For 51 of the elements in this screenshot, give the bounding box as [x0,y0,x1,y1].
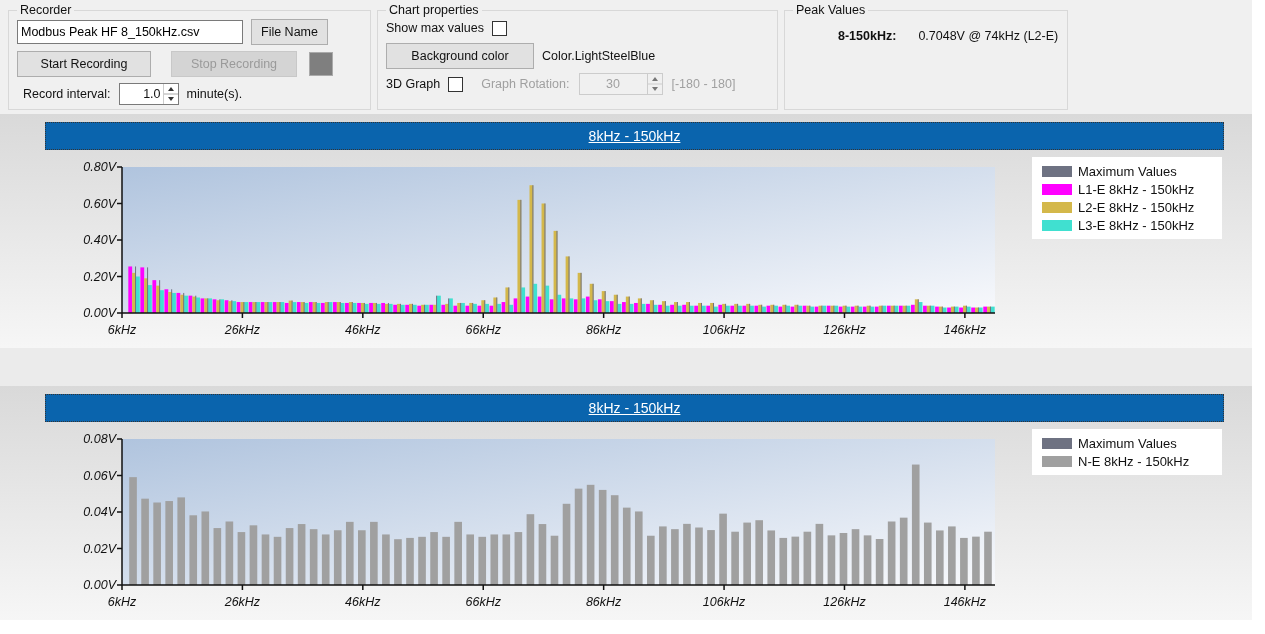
y-tick-label: 0.06V [83,468,116,483]
y-tick-label: 0.80V [83,160,116,174]
group-title: Chart properties [388,3,480,17]
x-tick-label: 26kHz [224,595,261,609]
y-tick-label: 0.08V [83,432,116,446]
x-tick-label: 106kHz [702,323,746,337]
legend-label: N-E 8kHz - 150kHz [1078,453,1190,469]
group-title: Peak Values [795,3,867,17]
y-tick-label: 0.02V [83,541,116,556]
interval-spinner[interactable]: 1.0 [118,83,179,105]
record-interval-label: Record interval: [23,87,111,101]
start-recording-button[interactable]: Start Recording [17,51,151,77]
legend-label: L1-E 8kHz - 150kHz [1078,181,1195,197]
file-name-button[interactable]: File Name [251,19,328,45]
x-tick-label: 46kHz [345,595,381,609]
group-title: Recorder [19,3,73,17]
chart-title-link[interactable]: 8kHz - 150kHz [588,400,681,416]
legend-label: Maximum Values [1078,163,1177,179]
3d-graph-label: 3D Graph [386,77,441,91]
peak-value: 0.7048V @ 74kHz (L2-E) [918,29,1059,43]
peak-range-label: 8-150kHz: [838,29,897,43]
x-tick-label: 106kHz [702,595,746,609]
x-tick-label: 6kHz [107,595,137,609]
graph-rotation-label: Graph Rotation: [481,77,570,91]
x-tick-label: 66kHz [465,595,501,609]
chart-title-link[interactable]: 8kHz - 150kHz [588,128,681,144]
x-tick-label: 146kHz [943,323,987,337]
legend-label: L3-E 8kHz - 150kHz [1078,217,1195,233]
x-tick-label: 6kHz [107,323,137,337]
file-name-field[interactable]: Modbus Peak HF 8_150kHz.csv [17,20,243,44]
interval-unit-label: minute(s). [186,87,243,101]
show-max-label: Show max values [386,21,484,35]
x-tick-label: 86kHz [585,595,622,609]
y-tick-label: 0.00V [83,578,116,592]
x-tick-label: 86kHz [585,323,622,337]
x-tick-label: 26kHz [224,323,261,337]
legend-label: L2-E 8kHz - 150kHz [1078,199,1195,215]
background-color-button[interactable]: Background color [386,43,534,69]
y-tick-label: 0.20V [83,269,116,284]
x-tick-label: 146kHz [943,595,987,609]
x-tick-label: 126kHz [823,323,866,337]
y-tick-label: 0.40V [83,233,116,247]
y-tick-label: 0.04V [83,505,116,519]
x-tick-label: 66kHz [465,323,501,337]
x-tick-label: 46kHz [345,323,381,337]
x-tick-label: 126kHz [823,595,866,609]
y-tick-label: 0.60V [83,196,116,211]
rotation-range-label: [-180 - 180] [671,77,736,91]
background-color-value: Color.LightSteelBlue [542,49,656,63]
y-tick-label: 0.00V [83,306,116,320]
legend-label: Maximum Values [1078,435,1177,451]
